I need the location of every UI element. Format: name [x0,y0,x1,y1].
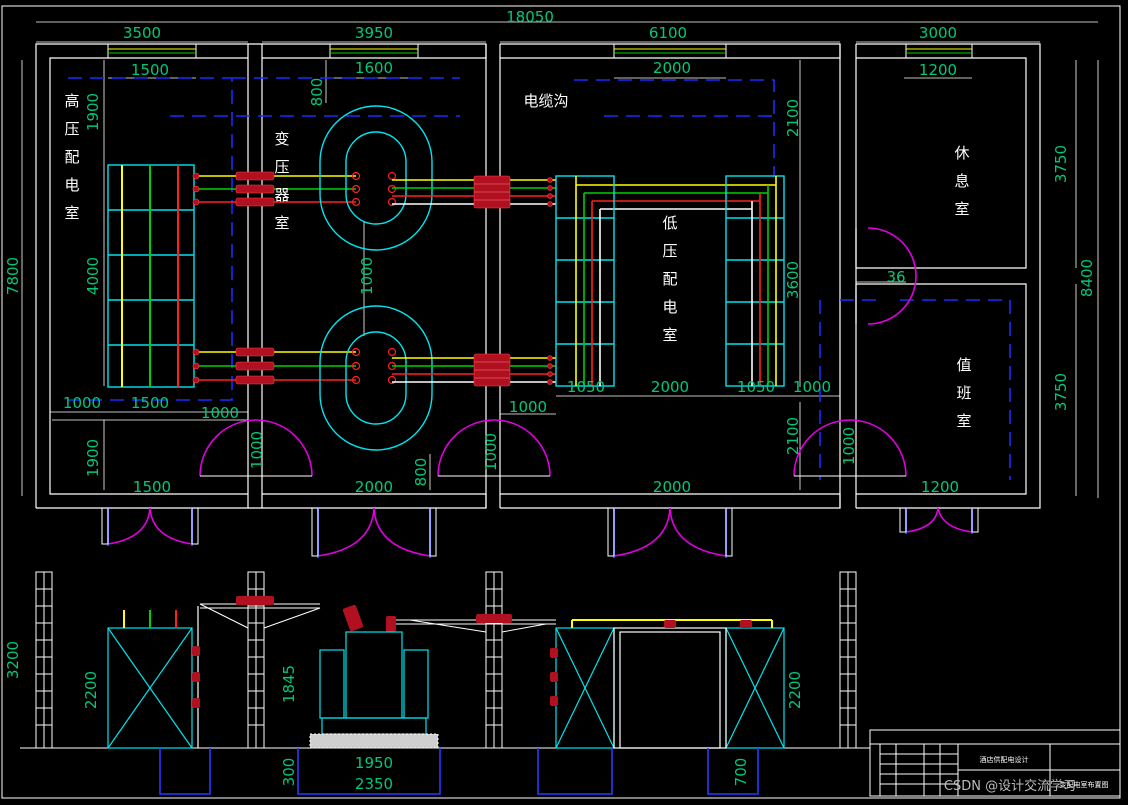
transformer-1 [319,105,433,251]
dim-window-3: 2000 [653,59,691,77]
room-hv-char-5: 室 [64,204,79,222]
dim-tr-door: 1000 [248,431,266,469]
room-lv-char-5: 室 [662,326,677,344]
room-hv-char-1: 高 [64,92,79,110]
drawing-frame [1,5,1121,799]
lv-insulator-ribs [474,183,510,379]
room-lv-char-3: 配 [662,270,677,288]
elevation-foundation [309,733,439,749]
dim-lv-door: 1000 [482,433,500,471]
room-label-duty: 值 班 室 [956,356,971,430]
room-hv-char-3: 配 [64,148,79,166]
room-label-rest: 休 息 室 [954,144,969,218]
door-arcs [107,227,973,557]
dim-lv-right-gap: 1000 [793,378,831,396]
dim-hv-panel-w: 1500 [131,394,169,412]
dim-door-1: 1500 [133,478,171,496]
dim-lv-bottom: 2100 [784,417,802,455]
dim-elev-cab-h: 2200 [82,671,100,709]
elevation-lv-insulators [550,620,752,706]
room-hv-char-4: 电 [64,176,79,194]
windows [107,43,973,59]
transformer-2 [319,305,433,451]
csdn-watermark: CSDN @设计交流学习 [944,778,1076,794]
room-tr-char-2: 压 [274,158,289,176]
dim-hv-panel-len: 4000 [84,257,102,295]
elevation-cable-trenches [159,748,759,795]
room-label-hv: 高 压 配 电 室 [64,92,79,222]
elevation-bridge-left [199,603,321,629]
dim-sec-lv: 6100 [649,24,687,42]
dim-window-2: 1600 [355,59,393,77]
dim-lv-top: 2100 [784,99,802,137]
elevation-hv-cabinet [107,606,199,749]
dim-elev-tr-h: 1845 [280,665,298,703]
elevation-walls [20,571,870,749]
elevation-lv-cabinets [555,619,785,749]
dim-duty-door: 1000 [840,427,858,465]
dim-sec-rest: 3000 [919,24,957,42]
dim-lv-panel-right: 1050 [737,378,775,396]
dim-hv-right-gap: 1000 [201,404,239,422]
dim-sec-hv: 3500 [123,24,161,42]
room-rest-char-2: 息 [954,172,969,190]
room-tr-char-3: 器 [274,186,289,204]
dim-total-width: 18050 [506,8,554,26]
dim-hv-bottom-gap: 1900 [84,439,102,477]
dim-elev-lv-h: 2200 [786,671,804,709]
room-label-transformer: 变 压 器 室 [274,130,289,232]
room-rest-char-3: 室 [954,200,969,218]
dim-lv-mid: 2000 [651,378,689,396]
dim-elev-base-h: 300 [280,758,298,787]
hv-busbars [194,175,356,381]
dim-height-right: 8400 [1078,259,1096,297]
substation-layout-drawing: 18050 3500 3950 6100 3000 1500 1600 2000… [1,5,1121,799]
dim-lv-left-gap: 1000 [509,398,547,416]
lv-switchgear-left [555,175,615,387]
room-duty-char-1: 值 [956,356,971,374]
dim-tr-spacing: 1000 [358,257,376,295]
room-tr-char-4: 室 [274,214,289,232]
dim-elev-trench: 700 [732,758,750,787]
dim-rest-h: 3750 [1052,145,1070,183]
dim-sec-transformer: 3950 [355,24,393,42]
dim-door-2: 2000 [355,478,393,496]
dim-window-1: 1500 [131,61,169,79]
title-block-project: 酒店供配电设计 [980,755,1029,764]
room-hv-char-2: 压 [64,120,79,138]
dim-hv-top-gap: 1900 [84,93,102,131]
elevation-bridge-right [396,619,556,633]
room-duty-char-3: 室 [956,412,971,430]
dim-elev-tr-w: 1950 [355,754,393,772]
dim-lv-panel-left: 1050 [567,378,605,396]
room-tr-char-1: 变 [274,130,289,148]
elevation-insulators [236,596,512,632]
room-label-lv: 低 压 配 电 室 [662,214,677,344]
dim-duty-h: 3750 [1052,373,1070,411]
hv-switchgear [107,164,195,388]
room-lv-char-1: 低 [662,214,677,232]
dim-tr-top: 800 [308,78,326,107]
dim-elev-h: 3200 [4,641,22,679]
door-frames [101,507,979,557]
dim-window-4: 1200 [919,61,957,79]
door-leaves [107,508,973,558]
dim-height-left: 7800 [4,257,22,295]
dim-door-4: 1200 [921,478,959,496]
room-lv-char-4: 电 [662,298,677,316]
dim-lv-panel-len: 3600 [784,261,802,299]
room-lv-char-2: 压 [662,242,677,260]
lv-switchgear-right [725,175,785,387]
dim-door-gap: 36 [886,268,905,286]
elevation-transformer [319,631,429,735]
elevation-hv-insulators [192,646,200,708]
dim-elev-base-w: 2350 [355,775,393,793]
room-rest-char-1: 休 [954,144,969,162]
room-label-cable-trench: 电缆沟 [523,92,568,110]
dim-tr-bottom: 800 [412,458,430,487]
dim-hv-left-gap: 1000 [63,394,101,412]
dim-door-3: 2000 [653,478,691,496]
room-duty-char-2: 班 [956,384,971,402]
